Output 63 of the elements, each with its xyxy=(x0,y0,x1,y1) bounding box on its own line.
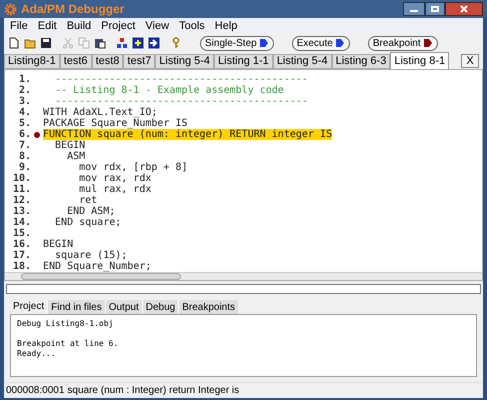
new-file-icon[interactable] xyxy=(8,37,20,49)
horizontal-scrollbar[interactable] xyxy=(5,272,482,280)
output-tab[interactable]: Debug xyxy=(142,300,178,314)
paste-icon[interactable] xyxy=(94,37,106,49)
menu-item[interactable]: Tools xyxy=(179,18,205,34)
close-tab-button[interactable]: X xyxy=(461,54,479,68)
line-number: 17. xyxy=(12,250,31,261)
minimize-button[interactable] xyxy=(403,2,425,16)
file-tab[interactable]: Listing 8-1 xyxy=(390,52,450,69)
key-icon[interactable] xyxy=(170,37,182,49)
menu-item[interactable]: View xyxy=(145,18,170,34)
file-tab[interactable]: Listing 5-4 xyxy=(272,54,332,69)
breakpoint-marker[interactable] xyxy=(34,132,40,138)
toolbar-button[interactable]: Execute xyxy=(292,36,350,50)
line-number: 10. xyxy=(12,173,31,184)
arrow-icon[interactable] xyxy=(148,37,160,49)
line-number: 13. xyxy=(12,206,31,217)
line-number: 4. xyxy=(18,107,31,118)
maximize-button[interactable] xyxy=(425,2,445,16)
save-icon[interactable] xyxy=(40,37,52,49)
file-tab[interactable]: Listing 1-1 xyxy=(214,54,273,69)
menu-item[interactable]: File xyxy=(10,18,28,34)
menu-item[interactable]: Edit xyxy=(38,18,57,34)
output-line: Ready... xyxy=(17,349,57,359)
menu-item[interactable]: Project xyxy=(101,18,136,34)
command-field[interactable] xyxy=(6,284,481,294)
menu-item[interactable]: Build xyxy=(66,18,92,34)
line-number: 5. xyxy=(18,118,31,129)
line-number: 18. xyxy=(12,261,31,272)
close-button[interactable] xyxy=(445,2,483,16)
line-number: 14. xyxy=(12,217,31,228)
menu-item[interactable]: Help xyxy=(214,18,238,34)
output-tab[interactable]: Breakpoints xyxy=(178,300,238,314)
output-line: Breakpoint at line 6. xyxy=(17,339,120,349)
file-tab[interactable]: test7 xyxy=(123,54,156,69)
file-tab[interactable]: test6 xyxy=(60,54,92,69)
toolbar-button[interactable]: Single-Step xyxy=(200,36,274,50)
blocks-icon[interactable] xyxy=(116,37,128,49)
line-number: 2. xyxy=(18,85,31,96)
status-text: square (num : Integer) return Integer is xyxy=(67,384,240,398)
output-tab[interactable]: Output xyxy=(104,300,142,314)
toolbar-button[interactable]: Breakpoint xyxy=(368,36,438,50)
file-tab[interactable]: Listing 5-4 xyxy=(155,54,214,69)
line-number: 12. xyxy=(12,195,31,206)
line-number: 1. xyxy=(18,74,31,85)
line-number: 15. xyxy=(12,228,31,239)
close-icon xyxy=(460,5,468,13)
line-number: 16. xyxy=(12,239,31,250)
file-tab[interactable]: test8 xyxy=(92,54,124,69)
folder-icon[interactable] xyxy=(24,37,36,49)
line-number: 11. xyxy=(12,184,31,195)
gear-icon xyxy=(4,2,17,16)
line-number: 3. xyxy=(18,96,31,107)
line-number: 8. xyxy=(18,151,31,162)
file-tab[interactable]: Listing8-1 xyxy=(4,54,60,69)
status-position: 000008:0001 xyxy=(6,384,64,398)
output-line: Debug Listing8-1.obj xyxy=(17,319,114,329)
line-number: 7. xyxy=(18,140,31,151)
line-number: 6. xyxy=(18,129,31,140)
line-number: 9. xyxy=(18,162,31,173)
file-tab[interactable]: Listing 6-3 xyxy=(332,54,390,69)
window-title: Ada/PM Debugger xyxy=(21,1,124,18)
output-tab[interactable]: Find in files xyxy=(47,300,105,314)
